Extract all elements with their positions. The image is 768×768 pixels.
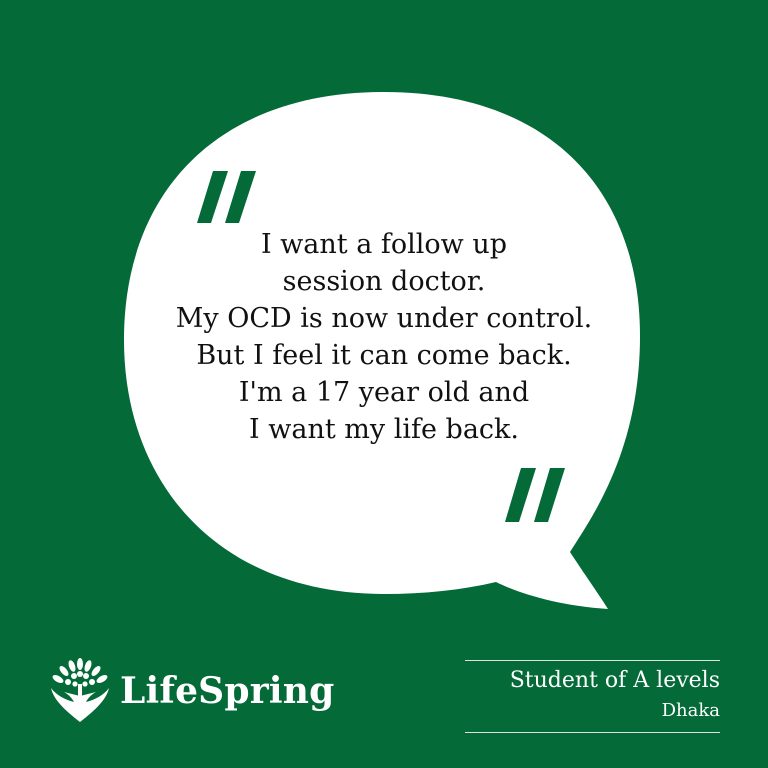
attribution-place: Dhaka — [661, 700, 720, 721]
tree-heart-logo-icon — [51, 658, 109, 722]
quote-line: session doctor. — [282, 266, 486, 297]
attribution-role: Student of A levels — [509, 668, 720, 693]
quote-text: I want a follow up session doctor. My OC… — [130, 226, 638, 448]
quote-line: I want a follow up — [260, 229, 508, 260]
quote-line: But I feel it can come back. — [196, 340, 572, 371]
testimonial-card: I want a follow up session doctor. My OC… — [0, 0, 768, 768]
brand-name: LifeSpring — [120, 670, 335, 712]
quote-close-icon — [505, 468, 565, 522]
brand: LifeSpring — [48, 656, 348, 726]
quote-open-icon — [197, 171, 256, 223]
divider — [465, 660, 720, 661]
quote-line: I'm a 17 year old and — [238, 377, 530, 408]
attribution: Student of A levels Dhaka — [465, 660, 720, 733]
quote-line: My OCD is now under control. — [175, 303, 593, 334]
quote-line: I want my life back. — [249, 414, 519, 445]
divider — [465, 732, 720, 733]
